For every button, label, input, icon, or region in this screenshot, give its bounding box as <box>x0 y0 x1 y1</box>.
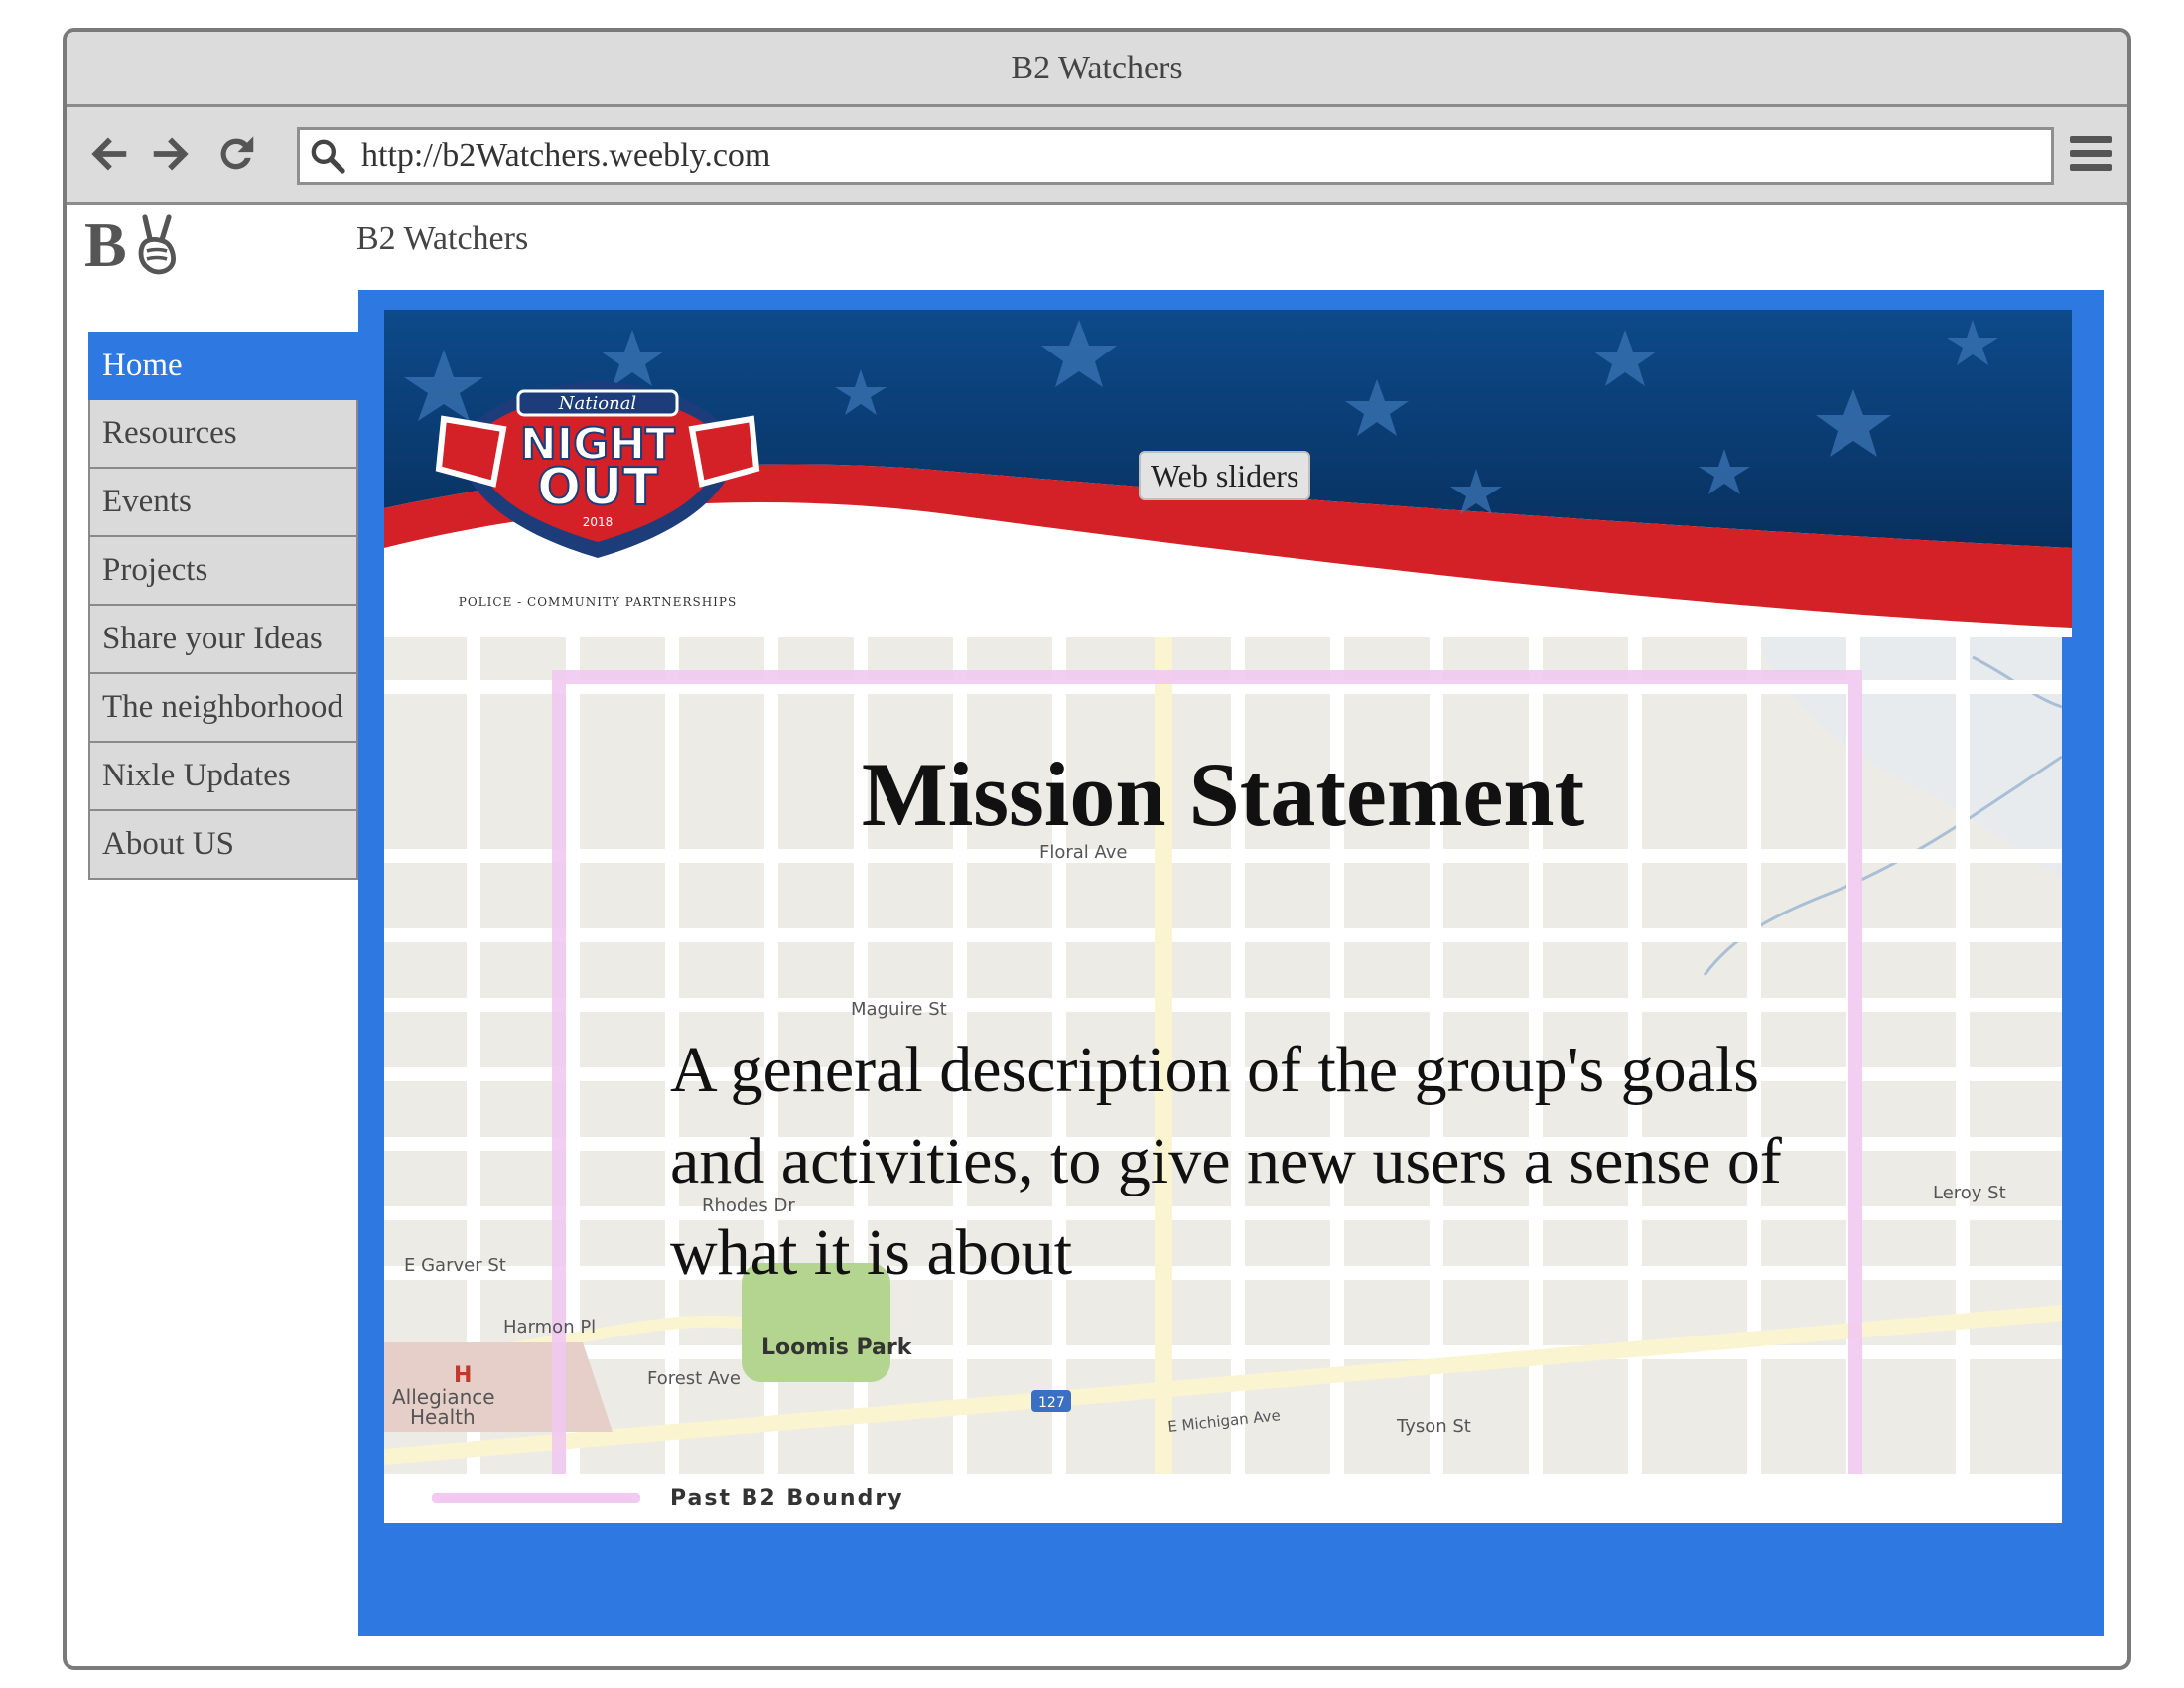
badge-year-text: 2018 <box>583 515 614 529</box>
map-route-shield: 127 <box>1038 1395 1065 1411</box>
reload-button[interactable] <box>211 129 261 179</box>
map-label-loomis: Loomis Park <box>761 1336 913 1360</box>
badge-top-text: National <box>558 393 637 414</box>
content-frame: National NIGHT OUT 2018 POLICE - COMMUNI… <box>358 290 2104 1636</box>
sidebar-item-events[interactable]: Events <box>88 469 358 537</box>
site-logo[interactable]: B <box>84 211 183 280</box>
url-text: http://b2Watchers.weebly.com <box>361 137 771 174</box>
web-slider[interactable]: National NIGHT OUT 2018 POLICE - COMMUNI… <box>384 310 2072 637</box>
sidebar-nav: Home Resources Events Projects Share you… <box>88 332 358 880</box>
map-label-harmon: Harmon Pl <box>503 1317 596 1337</box>
back-button[interactable] <box>84 129 134 179</box>
map-label-hospital: H <box>454 1363 472 1388</box>
search-icon <box>300 130 355 182</box>
map-label-forest: Forest Ave <box>647 1368 741 1389</box>
site-title: B2 Watchers <box>356 220 529 257</box>
map-label-leroy: Leroy St <box>1933 1183 2006 1203</box>
sidebar-item-projects[interactable]: Projects <box>88 537 358 606</box>
legend-label: Past B2 Boundry <box>670 1485 904 1511</box>
sidebar-item-resources[interactable]: Resources <box>88 400 358 469</box>
badge-line2-text: OUT <box>537 458 658 517</box>
legend-swatch <box>432 1493 640 1503</box>
window-title: B2 Watchers <box>1011 49 1183 86</box>
peace-hand-icon <box>138 214 176 275</box>
map-label-health: Health <box>410 1405 476 1429</box>
map-label-maguire: Maguire St <box>851 999 947 1020</box>
web-sliders-label[interactable]: Web sliders <box>1139 451 1311 500</box>
arrow-left-icon <box>91 137 127 171</box>
sidebar-item-nixle-updates[interactable]: Nixle Updates <box>88 743 358 811</box>
sidebar-item-share-ideas[interactable]: Share your Ideas <box>88 606 358 674</box>
browser-window: B2 Watchers http://b2Watchers.weebly.com… <box>63 28 2131 1670</box>
sidebar-item-neighborhood[interactable]: The neighborhood <box>88 674 358 743</box>
hamburger-menu-icon[interactable] <box>2066 131 2116 181</box>
mission-text: A general description of the group's goa… <box>670 1034 1782 1289</box>
mission-title: Mission Statement <box>861 744 1585 845</box>
badge-tagline-text: POLICE - COMMUNITY PARTNERSHIPS <box>459 595 737 609</box>
forward-button[interactable] <box>146 129 196 179</box>
map-legend: Past B2 Boundry <box>384 1474 2062 1523</box>
window-titlebar: B2 Watchers <box>67 32 2127 107</box>
arrow-right-icon <box>153 137 189 171</box>
address-bar[interactable]: http://b2Watchers.weebly.com <box>297 127 2054 185</box>
logo-letter: B <box>84 210 127 280</box>
map-label-garver: E Garver St <box>404 1255 506 1276</box>
map-label-tyson: Tyson St <box>1396 1416 1471 1437</box>
neighborhood-map[interactable]: Floral Ave Maguire St Rhodes Dr E Garver… <box>384 637 2062 1523</box>
reload-icon <box>220 136 254 170</box>
sidebar-item-home[interactable]: Home <box>88 332 358 400</box>
sidebar-item-about-us[interactable]: About US <box>88 811 358 880</box>
browser-toolbar: http://b2Watchers.weebly.com <box>67 107 2127 205</box>
